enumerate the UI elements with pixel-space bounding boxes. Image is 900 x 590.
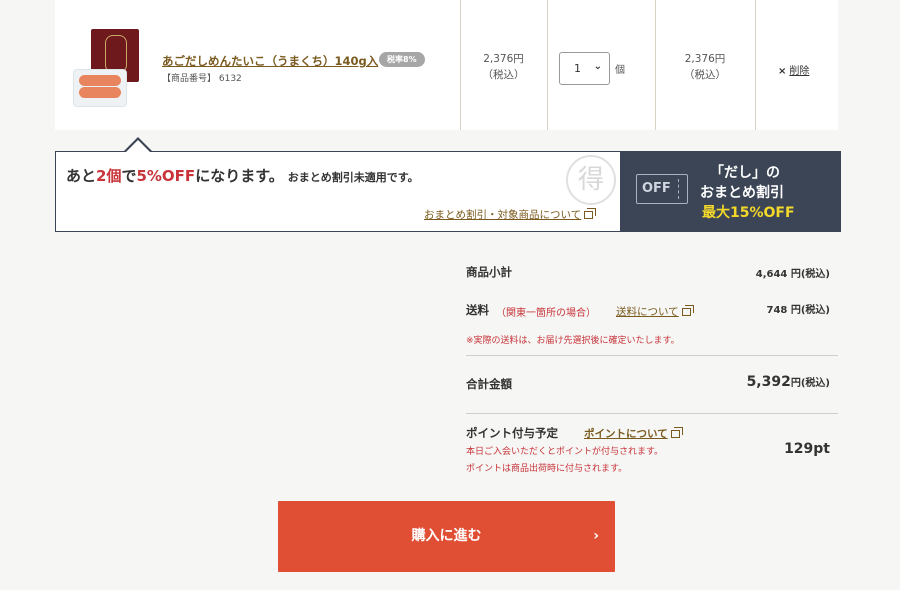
promo-line-1: 「だし」の: [710, 165, 780, 181]
unit-price-tax-note: （税込）: [482, 69, 525, 81]
product-name-link[interactable]: あごだしめんたいこ（うまくち）140g入: [162, 53, 378, 69]
shipping-value: 748 円(税込): [766, 305, 831, 316]
chevron-right-icon: ›: [593, 528, 599, 544]
shipping-label: 送料: [466, 303, 489, 317]
external-window-icon: [584, 208, 597, 219]
shipping-info-link[interactable]: 送料について: [616, 304, 694, 319]
product-tray-image: [73, 69, 127, 107]
line-subtotal-cell: 2,376円 （税込）: [655, 51, 755, 83]
shipping-region: （関東一箇所の場合）: [496, 308, 596, 319]
external-window-icon: [681, 305, 694, 316]
off-ticket-icon: OFF: [636, 174, 688, 204]
bulk-discount-promo[interactable]: OFF 「だし」の おまとめ割引 最大15%OFF: [620, 152, 840, 231]
unit-price-cell: 2,376円 （税込）: [460, 51, 547, 83]
discount-message-text: で: [121, 167, 137, 185]
quantity-unit: 個: [615, 65, 625, 76]
discount-status: おまとめ割引未適用です。: [287, 171, 419, 184]
discount-remaining-count: 2個: [96, 167, 122, 185]
product-image[interactable]: [73, 29, 149, 109]
points-info-label: ポイントについて: [584, 428, 668, 440]
divider: [466, 355, 838, 356]
discount-message: あと2個で5%OFFになります。 おまとめ割引未適用です。: [66, 165, 419, 186]
column-divider: [755, 0, 756, 130]
points-note-1: 本日ご入会いただくとポイントが付与されます。: [466, 447, 664, 457]
points-info-link[interactable]: ポイントについて: [584, 426, 683, 441]
line-subtotal: 2,376円: [684, 53, 726, 65]
unit-price: 2,376円: [483, 53, 524, 65]
total-amount: 5,392円(税込): [747, 374, 830, 390]
total-unit: 円(税込): [790, 378, 830, 389]
cart-item-row: あごだしめんたいこ（うまくち）140g入 税率8% 【商品番号】 6132 2,…: [55, 0, 838, 130]
tax-rate-badge: 税率8%: [379, 52, 425, 67]
divider: [466, 413, 838, 414]
promo-line-2: おまとめ割引: [700, 185, 784, 201]
external-window-icon: [670, 427, 683, 438]
points-note-2: ポイントは商品出荷時に付与されます。: [466, 464, 628, 474]
chevron-down-icon: ⌄: [593, 61, 602, 72]
line-subtotal-tax-note: （税込）: [684, 69, 726, 81]
points-value: 129pt: [784, 441, 830, 457]
shipping-info-label: 送料について: [616, 306, 679, 318]
quantity-select[interactable]: 1 ⌄: [559, 52, 610, 85]
shipping-note: ※実際の送料は、お届け先選択後に確定いたします。: [466, 336, 680, 346]
points-label: ポイント付与予定: [466, 426, 558, 440]
delete-label: 削除: [789, 66, 810, 77]
proceed-to-purchase-button[interactable]: 購入に進む ›: [278, 501, 615, 572]
bulk-discount-info-label: おまとめ割引・対象商品について: [424, 209, 582, 221]
quantity-value: 1: [574, 62, 581, 75]
close-icon: ×: [778, 66, 787, 77]
promo-line-3: 最大15%OFF: [702, 205, 795, 221]
total-label: 合計金額: [466, 377, 512, 391]
discount-message-text: あと: [66, 167, 97, 185]
delete-button[interactable]: × 削除: [778, 62, 809, 77]
discount-rate: 5%OFF: [136, 167, 196, 185]
bulk-discount-banner: あと2個で5%OFFになります。 おまとめ割引未適用です。 得 おまとめ割引・対象…: [55, 151, 841, 232]
bulk-discount-info-link[interactable]: おまとめ割引・対象商品について: [424, 207, 597, 222]
subtotal-label: 商品小計: [466, 265, 512, 279]
proceed-to-purchase-label: 購入に進む: [411, 528, 482, 544]
banner-pointer-fill: [125, 140, 151, 153]
subtotal-value: 4,644 円(税込): [755, 269, 830, 280]
discount-message-text: になります。: [195, 167, 284, 185]
product-code: 【商品番号】 6132: [162, 74, 242, 84]
toku-stamp-icon: 得: [566, 155, 616, 205]
column-divider: [547, 0, 548, 130]
total-value: 5,392: [746, 374, 791, 390]
